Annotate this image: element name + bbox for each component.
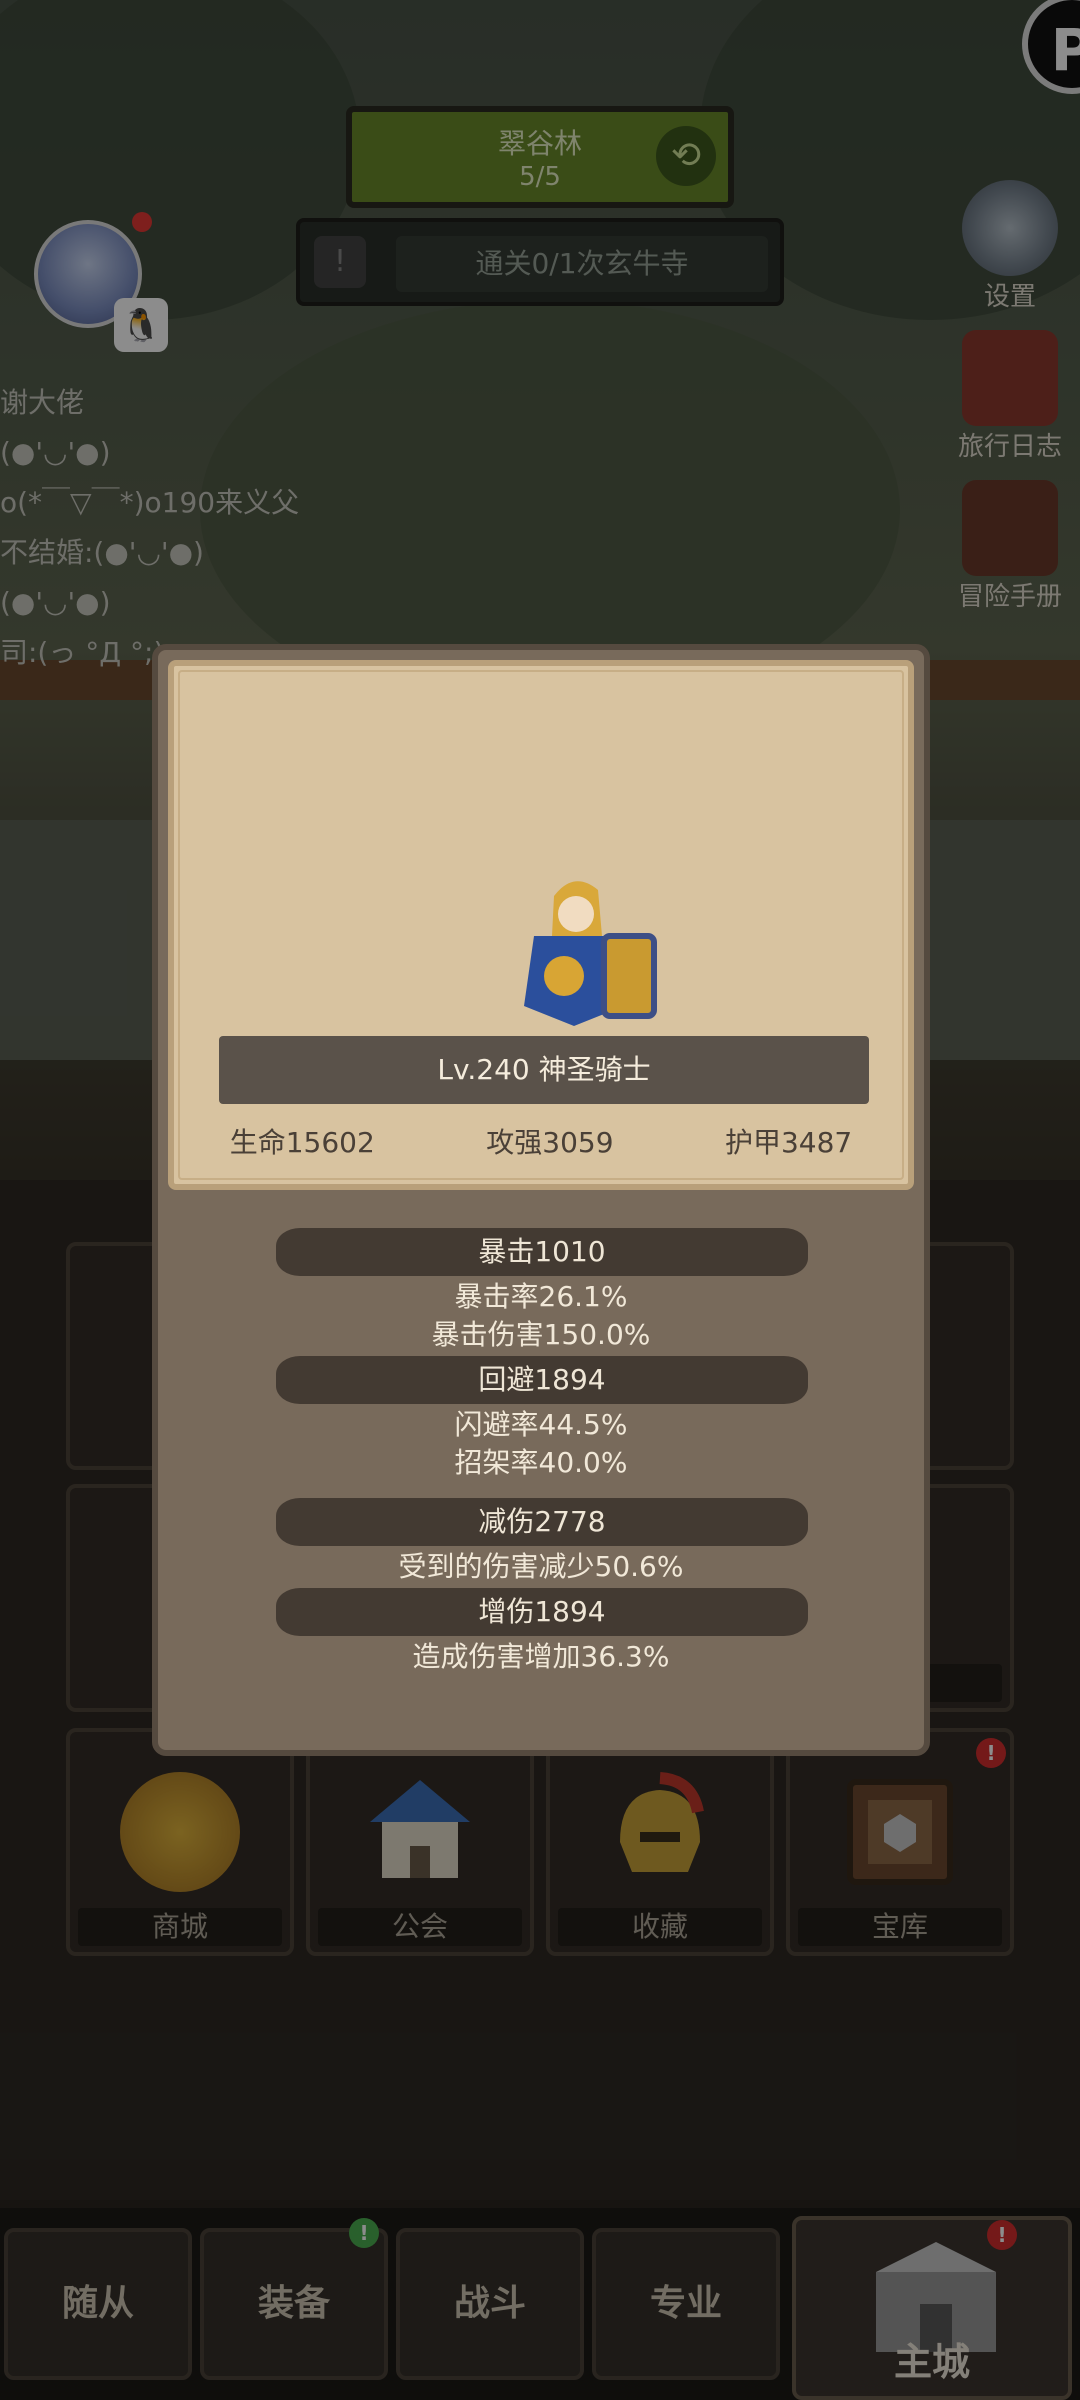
evasion-header: 回避1894 [276, 1356, 808, 1404]
armor-stat: 护甲3487 [724, 1126, 853, 1159]
damage-increase-text: 造成伤害增加36.3% [412, 1640, 670, 1673]
crit-rate: 暴击率26.1% [454, 1280, 628, 1313]
crit-header: 暴击1010 [276, 1228, 808, 1276]
dodge-rate: 闪避率44.5% [454, 1408, 628, 1441]
crit-damage: 暴击伤害150.0% [431, 1318, 651, 1351]
hero-stats-row: 生命15602 攻强3059 护甲3487 [174, 1106, 908, 1176]
damage-increase-header: 增伤1894 [276, 1588, 808, 1636]
hero-stats-popup: Lv.240 神圣骑士 生命15602 攻强3059 护甲3487 暴击1010… [152, 644, 930, 1756]
damage-reduction-header: 减伤2778 [276, 1498, 808, 1546]
attack-stat: 攻强3059 [486, 1126, 614, 1159]
hero-card: Lv.240 神圣骑士 生命15602 攻强3059 护甲3487 [168, 660, 914, 1190]
damage-reduction-text: 受到的伤害减少50.6% [398, 1550, 684, 1583]
hp-stat: 生命15602 [229, 1126, 375, 1159]
hero-title-bar: Lv.240 神圣骑士 [219, 1036, 869, 1104]
holy-knight-portrait [474, 866, 674, 1036]
parry-rate: 招架率40.0% [454, 1446, 628, 1479]
